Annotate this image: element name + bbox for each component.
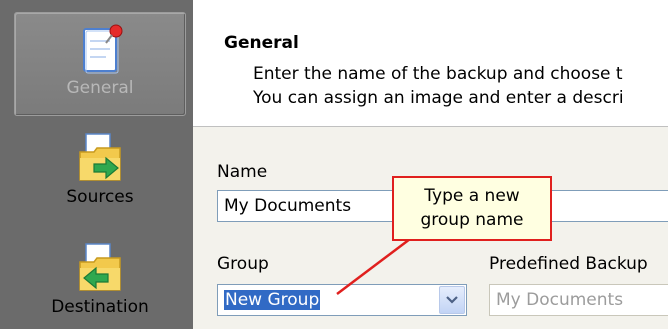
group-label: Group xyxy=(217,254,269,274)
page-title: General xyxy=(224,33,299,53)
folder-arrow-icon xyxy=(79,243,121,291)
predefined-backup-value: My Documents xyxy=(496,290,624,310)
predefined-backup-field[interactable]: My Documents xyxy=(489,284,668,316)
chevron-down-icon xyxy=(446,296,458,304)
sidebar-item-destination[interactable]: Destination xyxy=(14,240,186,332)
dropdown-button[interactable] xyxy=(439,286,465,314)
header-description-line: You can assign an image and enter a desc… xyxy=(253,88,624,108)
note-pin-icon xyxy=(83,24,123,74)
page-header: General Enter the name of the backup and… xyxy=(193,0,668,126)
sidebar-item-sources[interactable]: Sources xyxy=(14,130,186,222)
sidebar-nav: General Sources Destination xyxy=(0,0,193,329)
folder-arrow-icon xyxy=(79,133,121,181)
group-dropdown-value: New Group xyxy=(224,290,321,310)
sidebar-item-label: Sources xyxy=(66,187,134,207)
name-label: Name xyxy=(217,162,268,182)
group-dropdown[interactable]: New Group xyxy=(217,284,467,316)
callout-text-line: Type a new xyxy=(424,186,520,206)
sidebar-item-label: Destination xyxy=(51,297,149,317)
callout-tooltip: Type a new group name xyxy=(392,176,552,241)
sidebar-item-label: General xyxy=(66,78,134,98)
header-description-line: Enter the name of the backup and choose … xyxy=(253,64,623,84)
predefined-backup-label: Predefined Backup xyxy=(489,254,648,274)
sidebar-item-general[interactable]: General xyxy=(14,12,186,116)
callout-text-line: group name xyxy=(420,210,524,230)
name-field-value: My Documents xyxy=(224,196,352,216)
